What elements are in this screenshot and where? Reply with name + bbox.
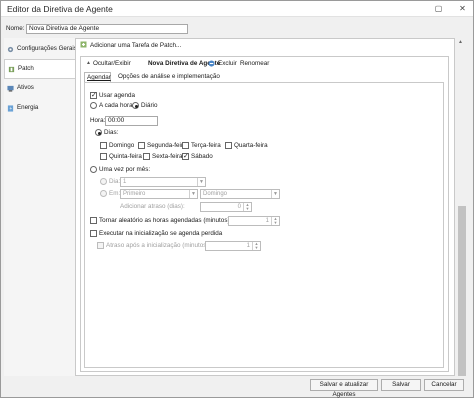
gear-icon	[7, 46, 14, 53]
scroll-up-icon[interactable]: ▲	[458, 39, 463, 45]
collapse-icon[interactable]: ▲	[86, 60, 91, 66]
delay-spinner[interactable]: 0 ▲ ▼	[200, 202, 252, 212]
spin-arrows-icon: ▲ ▼	[252, 242, 260, 250]
ordinal-select-value: Primeiro	[123, 191, 146, 197]
wednesday-label: Quarta-feira	[234, 142, 268, 149]
name-input[interactable]: Nova Diretiva de Agente	[26, 24, 188, 34]
monday-checkbox[interactable]	[138, 142, 145, 149]
saturday-label: Sábado	[191, 153, 213, 160]
on-radio[interactable]	[100, 190, 107, 197]
startup-delay-spinner[interactable]: 1 ▲ ▼	[205, 241, 261, 251]
thursday-label: Quinta-feira	[109, 153, 142, 160]
monthly-radio[interactable]	[90, 166, 97, 173]
nav-item-general[interactable]: Configurações Gerais	[4, 40, 77, 60]
time-input[interactable]: 00:00	[105, 116, 158, 126]
cancel-button[interactable]: Cancelar	[424, 379, 464, 391]
on-label: Em:	[109, 190, 121, 197]
delay-value: 0	[237, 204, 241, 210]
add-patch-task-link[interactable]: Adicionar uma Tarefa de Patch...	[90, 42, 181, 49]
run-at-startup-checkbox[interactable]	[90, 230, 97, 237]
nav-label-general: Configurações Gerais	[17, 45, 77, 52]
save-update-button[interactable]: Salvar e atualizar Agentes	[310, 379, 378, 398]
add-task-icon	[80, 41, 87, 48]
randomize-spinner[interactable]: 1 ▲ ▼	[228, 216, 280, 226]
assets-icon	[7, 85, 14, 92]
nav-panel: Configurações Gerais Patch Ativos Energi…	[4, 38, 77, 376]
days-label: Dias:	[104, 129, 119, 136]
chevron-down-icon: ▼	[197, 178, 205, 186]
randomize-checkbox[interactable]	[90, 217, 97, 224]
saturday-checkbox[interactable]	[182, 152, 189, 161]
sunday-checkbox[interactable]	[100, 142, 107, 149]
ordinal-select[interactable]: Primeiro ▼	[120, 189, 198, 199]
randomize-label: Tornar aleatório as horas agendadas (min…	[99, 217, 230, 224]
sunday-label: Domingo	[109, 142, 135, 149]
nav-label-patch: Patch	[18, 65, 34, 72]
daily-radio[interactable]	[132, 102, 139, 109]
tab-schedule-label: Agendar	[87, 74, 111, 81]
title-bar: Editor da Diretiva de Agente ▢ ✕	[1, 1, 473, 17]
friday-label: Sexta-feira	[152, 153, 183, 160]
chevron-down-icon: ▼	[189, 190, 197, 198]
wednesday-checkbox[interactable]	[225, 142, 232, 149]
day-radio[interactable]	[100, 178, 107, 185]
day-label: Dia:	[109, 178, 121, 185]
restore-icon[interactable]: ▢	[433, 3, 444, 14]
power-icon	[7, 105, 14, 112]
close-icon[interactable]: ✕	[457, 3, 468, 14]
nav-item-patch[interactable]: Patch	[4, 59, 75, 79]
monthly-label: Uma vez por mês:	[99, 166, 151, 173]
spin-arrows-icon: ▲ ▼	[271, 217, 279, 225]
nav-item-power[interactable]: Energia	[4, 99, 75, 119]
run-at-startup-label: Executar na inicialização se agenda perd…	[99, 230, 223, 237]
tuesday-label: Terça-feira	[191, 142, 221, 149]
day-select-value: 1	[123, 179, 127, 185]
weekday-select[interactable]: Domingo ▼	[200, 189, 280, 199]
delete-icon[interactable]	[208, 60, 215, 67]
delete-link[interactable]: Excluir	[218, 60, 237, 67]
use-schedule-label: Usar agenda	[99, 92, 136, 99]
weekday-select-value: Domingo	[203, 191, 228, 197]
nav-label-power: Energia	[17, 104, 39, 111]
spin-arrows-icon: ▲ ▼	[243, 203, 251, 211]
time-label: Hora:	[90, 117, 106, 124]
friday-checkbox[interactable]	[143, 153, 150, 160]
randomize-value: 1	[265, 218, 269, 224]
daily-label: Diário	[141, 102, 158, 109]
nav-item-assets[interactable]: Ativos	[4, 79, 75, 99]
hourly-radio[interactable]	[90, 102, 97, 109]
monday-label: Segunda-feira	[147, 142, 187, 149]
name-label: Nome:	[6, 25, 25, 32]
chevron-down-icon: ▼	[271, 190, 279, 198]
startup-delay-label: Atraso após a inicialização (minutos)	[106, 242, 209, 249]
day-select[interactable]: 1 ▼	[120, 177, 206, 187]
hourly-label: A cada hora	[99, 102, 133, 109]
startup-delay-checkbox[interactable]	[97, 242, 104, 249]
tab-options[interactable]: Opções de análise e implementação	[118, 73, 220, 80]
rename-link[interactable]: Renomear	[240, 60, 269, 67]
use-schedule-checkbox[interactable]	[90, 91, 97, 100]
startup-delay-value: 1	[246, 243, 250, 249]
tuesday-checkbox[interactable]	[182, 142, 189, 149]
window-title: Editor da Diretiva de Agente	[7, 4, 113, 14]
patch-icon	[8, 66, 15, 73]
thursday-checkbox[interactable]	[100, 153, 107, 160]
nav-label-assets: Ativos	[17, 84, 34, 91]
days-radio[interactable]	[95, 129, 102, 136]
save-button[interactable]: Salvar	[381, 379, 421, 391]
toggle-link[interactable]: Ocultar/Exibir	[93, 60, 131, 67]
tab-schedule[interactable]: Agendar	[84, 72, 111, 82]
delay-label: Adicionar atraso (dias):	[120, 203, 185, 210]
scrollbar-thumb[interactable]	[458, 206, 466, 376]
